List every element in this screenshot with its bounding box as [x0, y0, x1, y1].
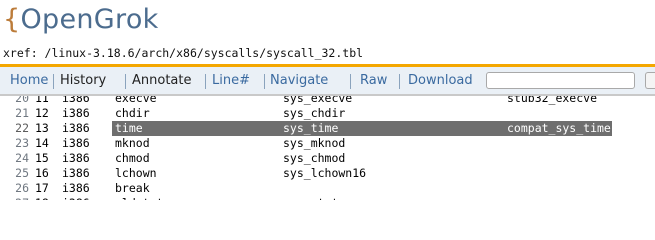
breadcrumb: xref: /linux-3.18.6/arch/x86/syscalls/sy…	[3, 46, 363, 60]
syscall-entry: sys_lchown16	[283, 166, 367, 180]
syscall-entry: sys_time	[283, 121, 339, 135]
syscall-name: time	[115, 121, 143, 135]
search-button[interactable]	[645, 72, 655, 89]
code-line: 21 12 i386 chdir sys_chdir	[0, 106, 655, 121]
code-line: 20 11 i386 execve sys_execve stub32_exec…	[0, 96, 655, 106]
syscall-abi: i386	[62, 196, 90, 200]
code-line: 24 15 i386 chmod sys_chmod	[0, 151, 655, 166]
line-number[interactable]: 24	[6, 151, 29, 166]
syscall-name: lchown	[115, 166, 157, 180]
syscall-abi: i386	[62, 106, 90, 120]
line-number[interactable]: 23	[6, 136, 29, 151]
line-number[interactable]: 22	[6, 121, 29, 136]
syscall-entry: sys_mknod	[283, 136, 346, 150]
toolbar: Home History Annotate Line# Navigate Raw…	[0, 67, 655, 96]
syscall-abi: i386	[62, 136, 90, 150]
opengrok-page: {OpenGrok xref: /linux-3.18.6/arch/x86/s…	[0, 0, 655, 200]
logo-name: OpenGrok	[20, 4, 159, 35]
syscall-entry: sys_chdir	[283, 106, 346, 120]
breadcrumb-link-arch[interactable]: arch/	[141, 46, 176, 60]
syscall-number: 16	[35, 166, 49, 180]
history-link[interactable]: History	[60, 73, 106, 89]
syscall-number: 18	[35, 196, 49, 200]
syscall-name: break	[115, 181, 150, 195]
toolbar-separator	[264, 74, 265, 89]
syscall-name: chmod	[115, 151, 150, 165]
line-number[interactable]: 27	[6, 196, 29, 200]
code-line: 26 17 i386 break	[0, 181, 655, 196]
syscall-abi: i386	[62, 181, 90, 195]
breadcrumb-link-x86[interactable]: x86/	[176, 46, 204, 60]
toolbar-separator	[350, 74, 351, 89]
syscall-number: 14	[35, 136, 49, 150]
breadcrumb-link-syscalls[interactable]: syscalls/	[204, 46, 266, 60]
raw-link[interactable]: Raw	[360, 73, 387, 89]
syscall-number: 12	[35, 106, 49, 120]
code-view: 20 11 i386 execve sys_execve stub32_exec…	[0, 96, 655, 200]
toolbar-separator	[53, 74, 54, 89]
syscall-name: chdir	[115, 106, 150, 120]
toolbar-separator	[125, 74, 126, 89]
navigate-link[interactable]: Navigate	[270, 73, 328, 89]
code-line: 23 14 i386 mknod sys_mknod	[0, 136, 655, 151]
line-numbers-link[interactable]: Line#	[212, 73, 250, 89]
syscall-name: mknod	[115, 136, 150, 150]
syscall-abi: i386	[62, 121, 90, 135]
syscall-name: execve	[115, 96, 157, 105]
syscall-entry: sys_execve	[283, 96, 353, 105]
syscall-abi: i386	[62, 96, 90, 105]
download-link[interactable]: Download	[408, 73, 473, 89]
code-line-highlighted: 22 13 i386 time sys_time compat_sys_time	[0, 121, 612, 136]
syscall-number: 15	[35, 151, 49, 165]
breadcrumb-link-root[interactable]: /linux-3.18.6/	[45, 46, 142, 60]
syscall-entry: sys_chmod	[283, 151, 346, 165]
syscall-compat-entry: stub32_execve	[507, 96, 598, 105]
code-line: 25 16 i386 lchown sys_lchown16	[0, 166, 655, 181]
search-input[interactable]	[486, 72, 635, 89]
opengrok-logo[interactable]: {OpenGrok	[3, 2, 159, 38]
line-number[interactable]: 26	[6, 181, 29, 196]
syscall-entry: sys_stat	[283, 196, 338, 200]
logo-brace: {	[3, 4, 21, 35]
breadcrumb-link-file[interactable]: syscall_32.tbl	[266, 46, 363, 60]
syscall-name: oldstat	[115, 196, 163, 200]
line-number[interactable]: 25	[6, 166, 29, 181]
line-number[interactable]: 21	[6, 106, 29, 121]
syscall-abi: i386	[62, 151, 90, 165]
line-number[interactable]: 20	[6, 96, 29, 106]
breadcrumb-prefix: xref:	[3, 46, 45, 60]
code-line: 27 18 i386 oldstat sys_stat	[0, 196, 655, 200]
syscall-abi: i386	[62, 166, 90, 180]
syscall-number: 11	[35, 96, 49, 105]
toolbar-separator	[205, 74, 206, 89]
toolbar-separator	[399, 74, 400, 89]
annotate-link[interactable]: Annotate	[132, 73, 191, 89]
syscall-compat-entry: compat_sys_time	[507, 121, 611, 135]
syscall-number: 17	[35, 181, 49, 195]
syscall-number: 13	[35, 121, 49, 135]
home-link[interactable]: Home	[10, 73, 48, 89]
